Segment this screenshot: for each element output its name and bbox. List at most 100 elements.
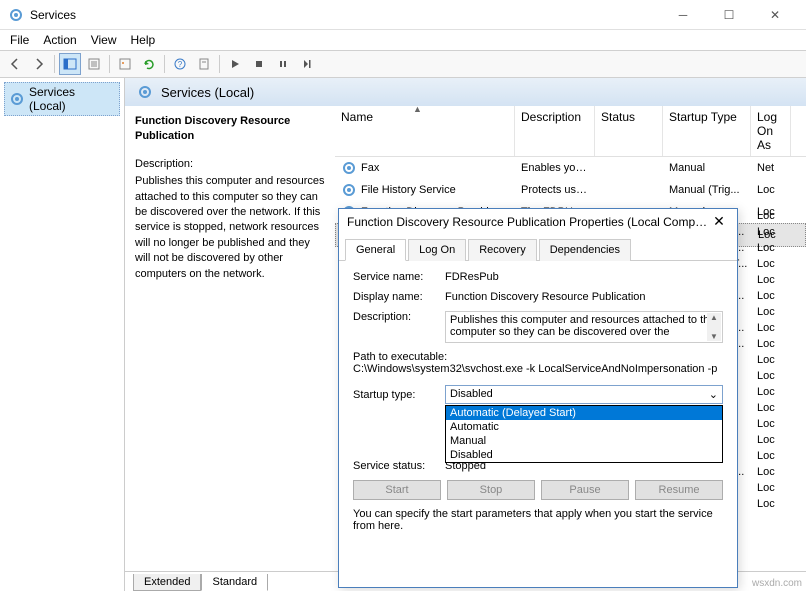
pause-button[interactable]: Pause: [541, 480, 629, 500]
overflow-row[interactable]: g...Loc: [729, 464, 789, 480]
properties-button[interactable]: [114, 53, 136, 75]
option-disabled[interactable]: Disabled: [446, 448, 722, 462]
start-service-button[interactable]: [224, 53, 246, 75]
minimize-button[interactable]: ─: [660, 0, 706, 30]
services-icon: [8, 7, 24, 23]
refresh-button[interactable]: [138, 53, 160, 75]
description-label: Description:: [135, 157, 325, 172]
tree-item-services-local[interactable]: Services (Local): [4, 82, 120, 116]
start-parameters-note: You can specify the start parameters tha…: [353, 508, 723, 532]
gear-icon: [341, 182, 357, 198]
overflow-row[interactable]: g...Loc: [729, 288, 789, 304]
overflow-row[interactable]: Loc: [729, 384, 789, 400]
stop-service-button[interactable]: [248, 53, 270, 75]
cell-status: [595, 166, 663, 170]
service-name-value: FDResPub: [445, 271, 723, 283]
content-header: Services (Local): [125, 78, 806, 106]
tab-logon[interactable]: Log On: [408, 239, 466, 261]
menu-action[interactable]: Action: [43, 33, 76, 47]
overflow-row[interactable]: Loc: [729, 304, 789, 320]
description-value: Publishes this computer and resources at…: [450, 314, 717, 338]
startup-type-dropdown[interactable]: Automatic (Delayed Start) Automatic Manu…: [445, 405, 723, 463]
gear-icon: [9, 91, 25, 107]
gear-icon: [137, 84, 153, 100]
overflow-row[interactable]: (T...Loc: [729, 256, 789, 272]
table-row[interactable]: File History ServiceProtects use...Manua…: [335, 179, 806, 201]
window-title: Services: [30, 8, 660, 22]
overflow-row[interactable]: Loc: [729, 480, 789, 496]
overflow-row[interactable]: Loc: [729, 400, 789, 416]
option-manual[interactable]: Manual: [446, 434, 722, 448]
sort-indicator-icon: ▲: [413, 106, 422, 114]
tree-pane: Services (Local): [0, 78, 125, 591]
description-box: Publishes this computer and resources at…: [445, 311, 723, 343]
tab-extended[interactable]: Extended: [133, 574, 201, 591]
option-automatic-delayed[interactable]: Automatic (Delayed Start): [446, 406, 722, 420]
tab-dependencies[interactable]: Dependencies: [539, 239, 631, 261]
column-startup-type[interactable]: Startup Type: [663, 106, 751, 156]
startup-type-label: Startup type:: [353, 389, 445, 401]
path-value: C:\Windows\system32\svchost.exe -k Local…: [353, 363, 723, 375]
cell-status: [595, 188, 663, 192]
forward-button[interactable]: [28, 53, 50, 75]
overflow-row[interactable]: g...Loc: [729, 336, 789, 352]
overflow-row[interactable]: Loc: [729, 272, 789, 288]
dialog-titlebar[interactable]: Function Discovery Resource Publication …: [339, 209, 737, 234]
start-button[interactable]: Start: [353, 480, 441, 500]
stop-button[interactable]: Stop: [447, 480, 535, 500]
menu-help[interactable]: Help: [131, 33, 156, 47]
startup-type-select[interactable]: Disabled ⌄: [445, 385, 723, 404]
properties-sheet-button[interactable]: [193, 53, 215, 75]
restart-service-button[interactable]: [296, 53, 318, 75]
list-header[interactable]: ▲ Name Description Status Startup Type L…: [335, 106, 806, 157]
scrollbar[interactable]: ▲▼: [707, 313, 721, 341]
description-label: Description:: [353, 311, 445, 323]
startup-type-selected: Disabled: [450, 388, 493, 401]
scroll-down-icon[interactable]: ▼: [710, 332, 718, 341]
menu-view[interactable]: View: [91, 33, 117, 47]
properties-dialog: Function Discovery Resource Publication …: [338, 208, 738, 588]
tab-general[interactable]: General: [345, 239, 406, 261]
overflow-row[interactable]: Loc: [729, 496, 789, 512]
toolbar: ?: [0, 50, 806, 78]
tab-standard[interactable]: Standard: [201, 574, 268, 591]
cell-startup: Manual: [663, 160, 751, 176]
menubar: File Action View Help: [0, 30, 806, 50]
close-button[interactable]: ✕: [752, 0, 798, 30]
column-name[interactable]: Name: [335, 106, 515, 156]
export-list-button[interactable]: [83, 53, 105, 75]
watermark: wsxdn.com: [752, 578, 802, 589]
column-description[interactable]: Description: [515, 106, 595, 156]
help-button[interactable]: ?: [169, 53, 191, 75]
overflow-row[interactable]: Loc: [729, 432, 789, 448]
cell-description: Enables you...: [515, 160, 595, 176]
column-logon[interactable]: Log On As: [751, 106, 791, 156]
table-row[interactable]: FaxEnables you...ManualNet: [335, 157, 806, 179]
overflow-row[interactable]: g...Loc: [729, 240, 789, 256]
overflow-row[interactable]: g...Loc: [729, 320, 789, 336]
service-title: Function Discovery Resource Publication: [135, 114, 325, 145]
menu-file[interactable]: File: [10, 33, 29, 47]
resume-button[interactable]: Resume: [635, 480, 723, 500]
svg-text:?: ?: [178, 60, 183, 69]
overflow-row[interactable]: Loc: [729, 352, 789, 368]
back-button[interactable]: [4, 53, 26, 75]
pause-service-button[interactable]: [272, 53, 294, 75]
dialog-title-text: Function Discovery Resource Publication …: [347, 215, 709, 229]
dialog-close-button[interactable]: ✕: [709, 213, 729, 230]
cell-name: File History Service: [361, 184, 456, 196]
scroll-up-icon[interactable]: ▲: [710, 313, 718, 322]
overflow-row[interactable]: Loc: [729, 448, 789, 464]
tab-recovery[interactable]: Recovery: [468, 239, 536, 261]
gear-icon: [341, 160, 357, 176]
dialog-body: Service name: FDResPub Display name: Fun…: [339, 261, 737, 542]
overflow-row[interactable]: Loc: [729, 416, 789, 432]
show-hide-tree-button[interactable]: [59, 53, 81, 75]
description-pane: Function Discovery Resource Publication …: [125, 106, 335, 591]
column-status[interactable]: Status: [595, 106, 663, 156]
option-automatic[interactable]: Automatic: [446, 420, 722, 434]
overflow-row[interactable]: g...Loc: [729, 224, 789, 240]
overflow-row[interactable]: Loc: [729, 368, 789, 384]
overflow-row[interactable]: Loc: [729, 208, 789, 224]
maximize-button[interactable]: ☐: [706, 0, 752, 30]
